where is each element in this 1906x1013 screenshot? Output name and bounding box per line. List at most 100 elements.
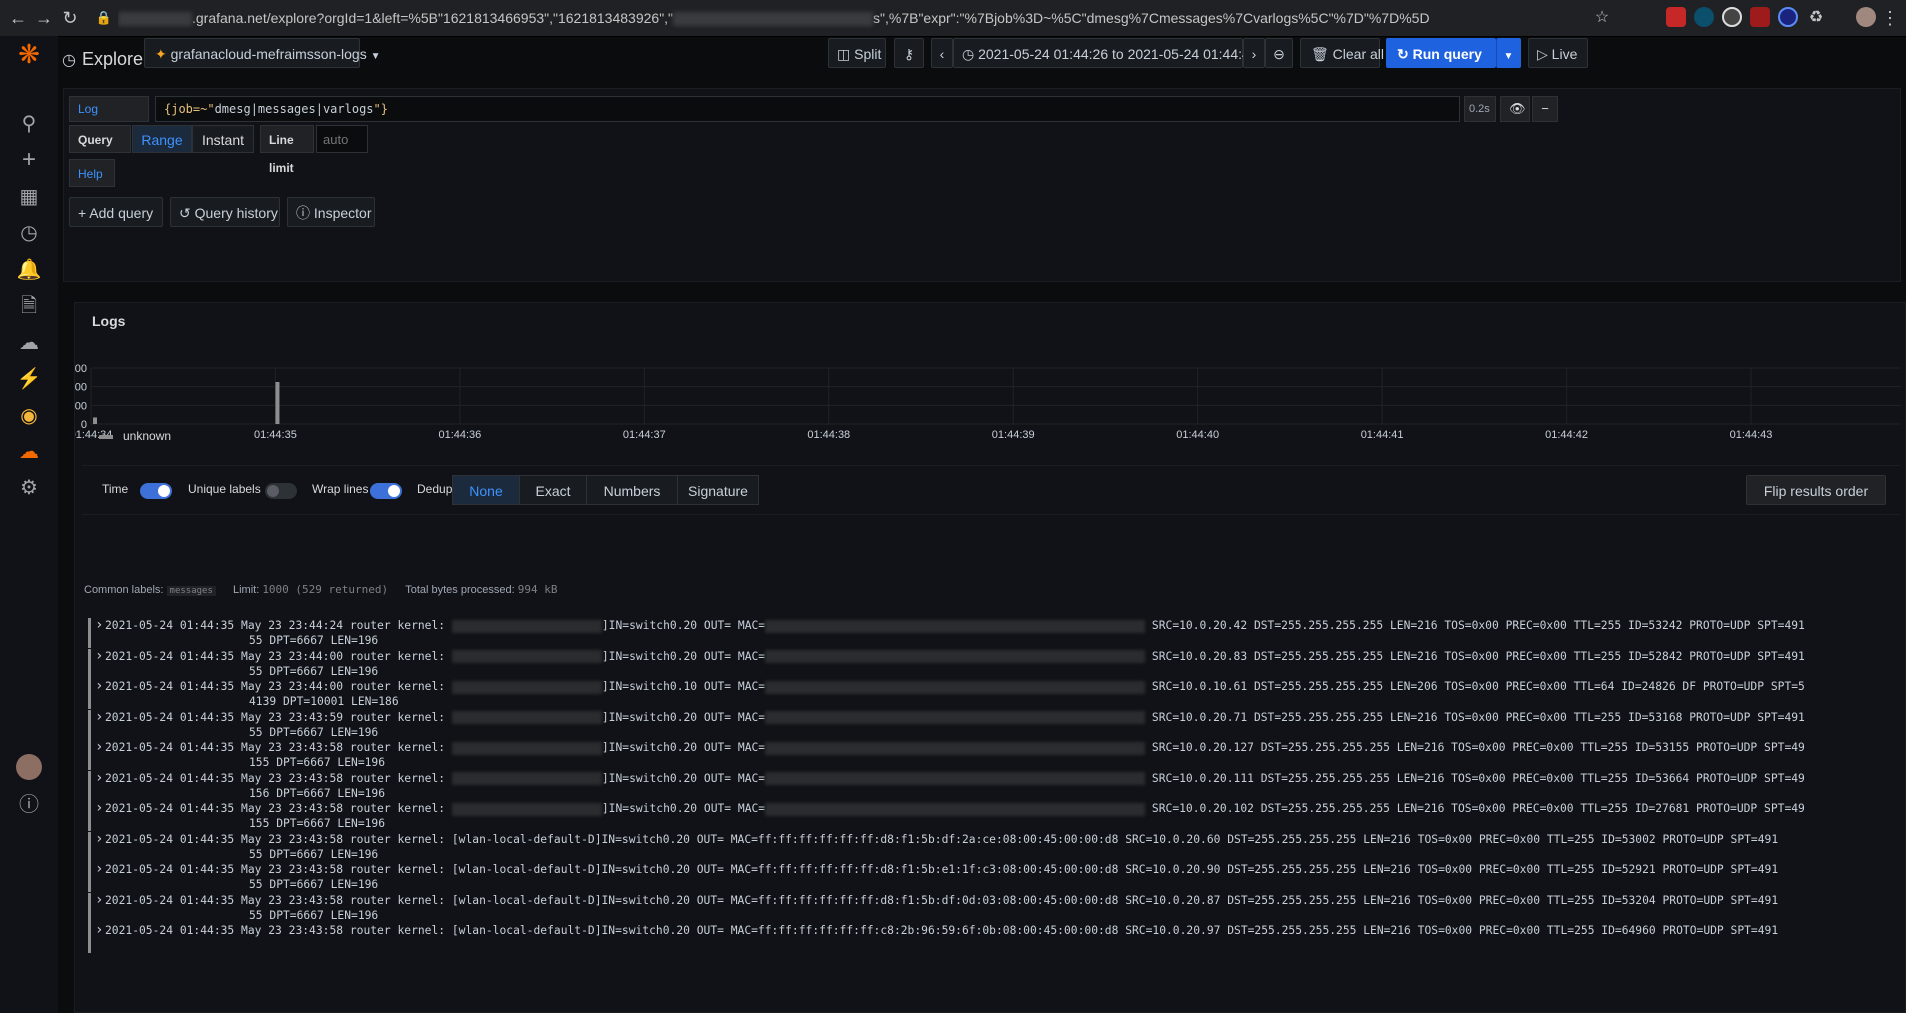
time-toggle[interactable] [140, 483, 172, 499]
log-line-continuation: 4139 DPT=10001 LEN=186 [249, 695, 399, 708]
line-limit-input[interactable] [316, 125, 368, 153]
log-timestamp: 2021-05-24 01:44:35 [105, 619, 242, 632]
settings-gear-icon[interactable]: ⚙ [15, 474, 43, 502]
expand-chevron-icon[interactable]: › [95, 678, 103, 694]
live-button[interactable]: ▷ Live [1528, 38, 1588, 68]
bookmark-star-icon[interactable]: ☆ [1590, 6, 1614, 30]
back-icon[interactable]: ← [6, 6, 30, 30]
react-devtools-icon[interactable] [1694, 7, 1714, 27]
time-back-button[interactable]: ‹ [931, 38, 953, 68]
redacted-text [451, 680, 602, 694]
split-button[interactable]: ◫ Split [828, 38, 886, 68]
log-line-continuation: 55 DPT=6667 LEN=196 [249, 878, 379, 891]
log-row[interactable]: › 2021-05-24 01:44:35 May 23 23:43:58 rou… [88, 770, 1903, 801]
address-bar[interactable]: .grafana.net/explore?orgId=1&left=%5B"16… [118, 5, 1558, 31]
log-row[interactable]: › 2021-05-24 01:44:35 May 23 23:44:00 rou… [88, 648, 1903, 679]
expand-chevron-icon[interactable]: › [95, 892, 103, 908]
log-row[interactable]: › 2021-05-24 01:44:35 May 23 23:43:58 rou… [88, 831, 1903, 862]
reload-icon[interactable]: ↻ [58, 6, 82, 30]
expand-chevron-icon[interactable]: › [95, 709, 103, 725]
dedup-signature[interactable]: Signature [677, 475, 759, 505]
help-button[interactable]: Help › [69, 159, 115, 209]
remove-query-button[interactable]: − [1532, 96, 1558, 122]
clear-all-label: Clear all [1332, 46, 1385, 62]
log-timestamp: 2021-05-24 01:44:35 [105, 893, 242, 907]
log-row[interactable]: › 2021-05-24 01:44:35 May 23 23:44:24 rou… [88, 617, 1903, 648]
query-input[interactable]: {job=~"dmesg|messages|varlogs"} [155, 96, 1460, 122]
log-row[interactable]: › 2021-05-24 01:44:35 May 23 23:43:58 rou… [88, 739, 1903, 770]
flip-results-button[interactable]: Flip results order [1746, 475, 1886, 505]
help-icon[interactable]: ⓘ [15, 791, 43, 819]
log-line: 2021-05-24 01:44:35 May 23 23:43:58 rout… [105, 923, 1778, 938]
run-query-interval-dropdown[interactable]: ▼ [1496, 38, 1521, 68]
run-query-button[interactable]: ↻ Run query [1386, 38, 1496, 68]
expand-chevron-icon[interactable]: › [95, 800, 103, 816]
clear-all-button[interactable]: 🗑 Clear all [1300, 38, 1384, 68]
chart-bar [93, 417, 97, 424]
legend-label[interactable]: unknown [123, 429, 171, 443]
redacted-text [451, 650, 602, 663]
time-range-picker[interactable]: ◷ 2021-05-24 01:44:26 to 2021-05-24 01:4… [953, 38, 1279, 68]
log-line-continuation: 155 DPT=6667 LEN=196 [249, 817, 386, 830]
ublock-icon[interactable] [1750, 7, 1770, 27]
puzzle-extensions-icon[interactable]: ♻ [1804, 6, 1828, 30]
add-query-button[interactable]: + Add query [69, 197, 163, 227]
dedup-none[interactable]: None [452, 475, 520, 505]
extension-icon[interactable] [1778, 7, 1798, 27]
log-timestamp: 2021-05-24 01:44:35 [105, 649, 242, 663]
log-row[interactable]: › 2021-05-24 01:44:35 May 23 23:43:58 rou… [88, 892, 1903, 923]
expand-chevron-icon[interactable]: › [95, 739, 103, 755]
log-row[interactable]: › 2021-05-24 01:44:35 May 23 23:44:00 rou… [88, 678, 1903, 709]
extension-icon[interactable] [1666, 7, 1686, 27]
expand-chevron-icon[interactable]: › [95, 831, 103, 847]
alerting-bell-icon[interactable]: 🔔 [15, 256, 43, 284]
expand-chevron-icon[interactable]: › [95, 770, 103, 786]
log-row[interactable]: › 2021-05-24 01:44:35 May 23 23:43:59 rou… [88, 709, 1903, 740]
profile-avatar[interactable] [1856, 7, 1876, 27]
globe-icon[interactable]: ◉ [15, 402, 43, 430]
query-history-button[interactable]: ↺ Query history [170, 197, 280, 227]
redacted-text [451, 802, 602, 816]
time-forward-button[interactable]: › [1243, 38, 1265, 68]
grafana-cloud-icon[interactable]: ☁ [15, 438, 43, 466]
log-browser-button[interactable]: Log browser › [69, 96, 149, 140]
log-row[interactable]: › 2021-05-24 01:44:35 May 23 23:43:58 rou… [88, 861, 1903, 892]
inspector-button[interactable]: ⓘ Inspector [287, 197, 375, 227]
log-timestamp: 2021-05-24 01:44:35 [105, 710, 242, 724]
forward-icon[interactable]: → [32, 6, 56, 30]
kebab-menu-icon[interactable]: ⋮ [1878, 6, 1902, 30]
dashboards-icon[interactable]: ▦ [15, 183, 43, 211]
cloud-upload-icon[interactable]: ☁ [15, 329, 43, 357]
dedup-numbers[interactable]: Numbers [586, 475, 678, 505]
query-type-instant[interactable]: Instant [192, 125, 254, 153]
datasource-picker[interactable]: ✦ grafanacloud-mefraimsson-logs ▼ [144, 38, 381, 68]
lightning-icon[interactable]: ⚡ [15, 365, 43, 393]
search-icon[interactable]: ⚲ [15, 110, 43, 138]
zoom-out-button[interactable]: ⊖ [1265, 38, 1293, 68]
explore-compass-icon[interactable]: ◷ [15, 219, 43, 247]
unique-labels-toggle[interactable] [265, 483, 297, 499]
y-tick-label: 600 [75, 363, 87, 375]
expand-chevron-icon[interactable]: › [95, 648, 103, 664]
expand-chevron-icon[interactable]: › [95, 617, 103, 633]
user-avatar[interactable] [16, 754, 42, 780]
expr-value: dmesg|messages|varlogs [214, 102, 374, 116]
log-row[interactable]: › 2021-05-24 01:44:35 May 23 23:43:58 rou… [88, 922, 1903, 953]
share-button[interactable]: ⚷ [894, 38, 924, 68]
wrap-lines-toggle[interactable] [370, 483, 402, 499]
log-message-tail: SRC=10.0.20.83 DST=255.255.255.255 LEN=2… [1151, 649, 1805, 663]
hide-query-button[interactable]: 👁 [1500, 96, 1530, 122]
log-message-tail: SRC=10.0.20.127 DST=255.255.255.255 LEN=… [1151, 741, 1805, 754]
log-line: 2021-05-24 01:44:35 May 23 23:43:58 rout… [105, 832, 1778, 847]
expand-chevron-icon[interactable]: › [95, 922, 103, 938]
document-icon[interactable]: 🗎 [15, 292, 43, 320]
extension-icon[interactable] [1722, 7, 1742, 27]
run-query-label: Run query [1412, 46, 1482, 62]
dedup-exact[interactable]: Exact [519, 475, 587, 505]
log-message-tail: SRC=10.0.20.60 DST=255.255.255.255 LEN=2… [1125, 832, 1779, 846]
query-type-range[interactable]: Range [132, 125, 192, 153]
log-row[interactable]: › 2021-05-24 01:44:35 May 23 23:43:58 rou… [88, 800, 1903, 831]
grafana-logo-icon[interactable]: ❋ [15, 40, 43, 68]
create-plus-icon[interactable]: + [15, 146, 43, 174]
expand-chevron-icon[interactable]: › [95, 861, 103, 877]
